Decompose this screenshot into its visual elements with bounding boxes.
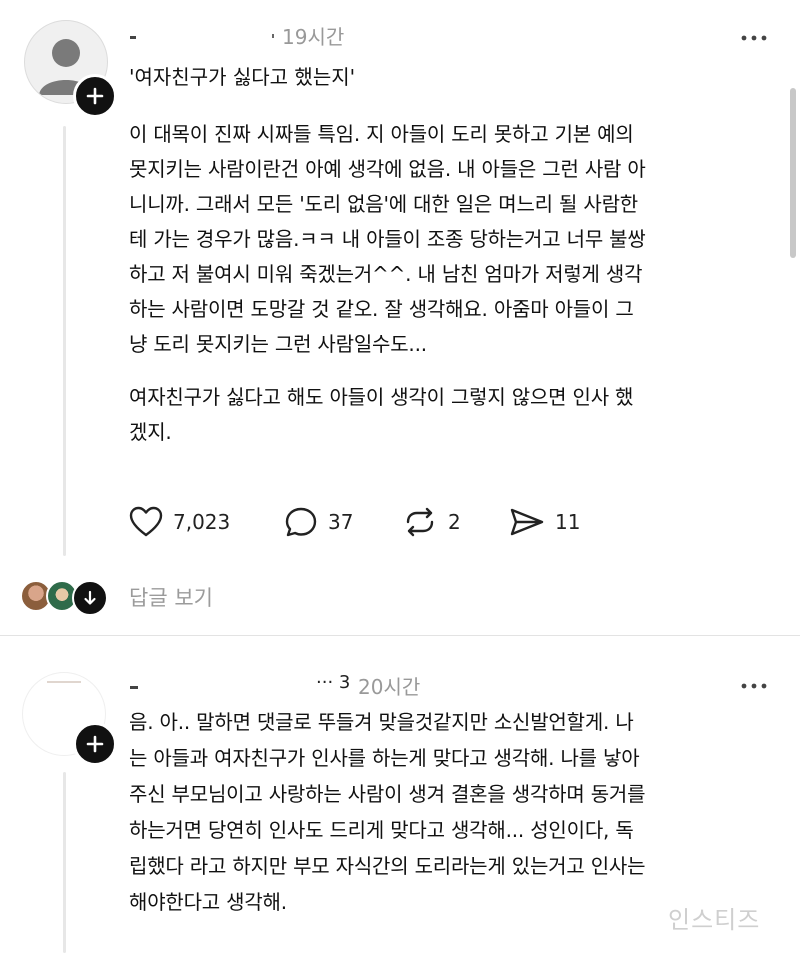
more-options-button[interactable] [740, 30, 768, 44]
body-line: 못지키는 사람이란건 아예 생각에 없음. 내 아들은 그런 사람 아 [129, 157, 646, 181]
view-replies-link[interactable]: 답글 보기 [129, 582, 213, 612]
body-line: 주신 부모님이고 사랑하는 사람이 생겨 결혼을 생각하며 동거를 [129, 782, 646, 806]
post-body: 음. 아.. 말하면 댓글로 뚜들겨 맞을것같지만 소신발언할게. 나 는 아들… [129, 704, 779, 920]
heart-icon [129, 506, 163, 537]
username-fragment: ··· 3 [316, 672, 351, 693]
body-line: 하는거면 당연히 인사도 드리게 맞다고 생각해... 성인이다, 독 [129, 818, 634, 842]
username-redacted[interactable] [130, 686, 138, 689]
like-button[interactable]: 7,023 [129, 506, 230, 538]
plus-icon [86, 87, 104, 105]
post-timestamp: 20시간 [358, 675, 421, 699]
scrollbar-thumb[interactable] [790, 88, 796, 258]
body-line: 음. 아.. 말하면 댓글로 뚜들겨 맞을것같지만 소신발언할게. 나 [129, 710, 634, 734]
body-line: 겠지. [129, 420, 172, 444]
share-count: 11 [555, 510, 581, 534]
comment-bubble-icon [285, 507, 317, 537]
body-line: 냥 도리 못지키는 그런 사람일수도... [129, 332, 427, 356]
post-timestamp: 19시간 [282, 25, 345, 49]
body-line: 여자친구가 싫다고 해도 아들이 생각이 그렇지 않으면 인사 했 [129, 385, 634, 409]
follow-button[interactable] [73, 74, 117, 118]
more-horizontal-icon [741, 683, 767, 689]
body-line: 하는 사람이면 도망갈 것 같오. 잘 생각해요. 아줌마 아들이 그 [129, 297, 634, 321]
arrow-down-icon [84, 590, 96, 605]
body-line: 하고 저 불여시 미워 죽겠는거^^. 내 남친 엄마가 저렇게 생각 [129, 262, 643, 286]
repost-icon [406, 507, 434, 537]
comment-count: 37 [328, 510, 354, 534]
body-line: 는 아들과 여자친구가 인사를 하는게 맞다고 생각해. 나를 낳아 [129, 746, 640, 770]
post-body: 이 대목이 진짜 시짜들 특임. 지 아들이 도리 못하고 기본 예의 못지키는… [129, 117, 779, 450]
expand-replies-button[interactable] [72, 580, 108, 616]
username-redacted-mark [272, 34, 274, 38]
post-divider [0, 635, 800, 636]
thread-line [63, 772, 66, 953]
body-line: 립했다 라고 하지만 부모 자식간의 도리라는게 있는거고 인사는 [129, 854, 646, 878]
body-line: 테 가는 경우가 많음.ㅋㅋ 내 아들이 조종 당하는거고 너무 불쌍 [129, 227, 646, 251]
like-count: 7,023 [173, 510, 231, 534]
username-redacted[interactable] [130, 36, 136, 39]
plus-icon [86, 735, 104, 753]
body-line: 니니까. 그래서 모든 '도리 없음'에 대한 일은 며느리 될 사람한 [129, 192, 638, 216]
comment-button[interactable]: 37 [284, 506, 353, 538]
site-watermark: 인스티즈 [668, 906, 761, 934]
share-button[interactable]: 11 [509, 506, 580, 538]
repost-count: 2 [448, 510, 461, 534]
follow-button[interactable] [73, 722, 117, 766]
more-options-button[interactable] [740, 678, 768, 692]
quoted-text: '여자친구가 싫다고 했는지' [129, 65, 356, 89]
more-horizontal-icon [741, 35, 767, 41]
send-icon [510, 508, 544, 536]
thread-line [63, 126, 66, 556]
body-line: 이 대목이 진짜 시짜들 특임. 지 아들이 도리 못하고 기본 예의 [129, 122, 634, 146]
repost-button[interactable]: 2 [402, 506, 461, 538]
